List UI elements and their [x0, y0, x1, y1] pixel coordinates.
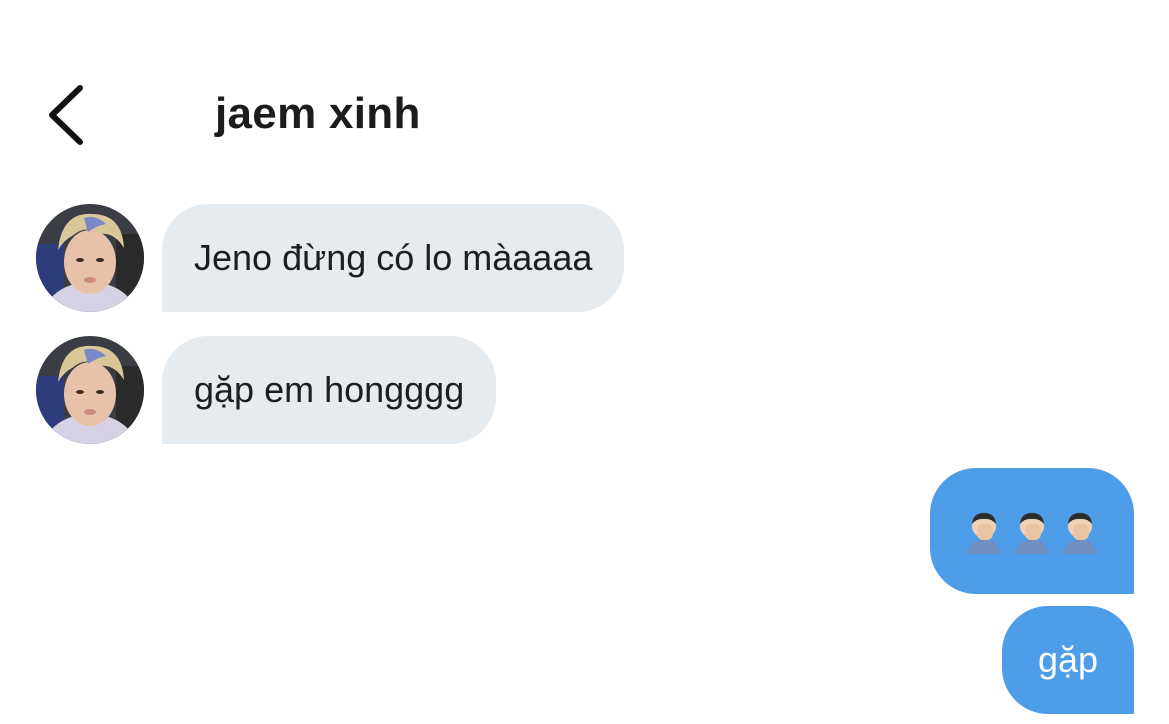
chat-title: jaem xinh	[215, 89, 421, 138]
message-text: Jeno đừng có lo màaaaa	[194, 237, 593, 278]
contact-avatar[interactable]	[36, 336, 144, 444]
message-bubble-incoming[interactable]: gặp em hongggg	[162, 336, 497, 444]
message-bubble-outgoing[interactable]: gặp	[1002, 606, 1134, 714]
message-bubble-incoming[interactable]: Jeno đừng có lo màaaaa	[162, 204, 625, 312]
emoji-row	[963, 508, 1101, 554]
man-facepalming-emoji	[967, 513, 1001, 554]
message-text: gặp em hongggg	[194, 369, 465, 410]
man-facepalming-emoji	[1063, 513, 1097, 554]
chevron-left-icon	[49, 85, 83, 145]
contact-avatar[interactable]	[36, 204, 144, 312]
back-button[interactable]	[40, 80, 96, 150]
message-bubble-outgoing[interactable]	[930, 468, 1134, 594]
message-text: gặp	[1037, 639, 1099, 680]
man-facepalming-emoji	[1015, 513, 1049, 554]
